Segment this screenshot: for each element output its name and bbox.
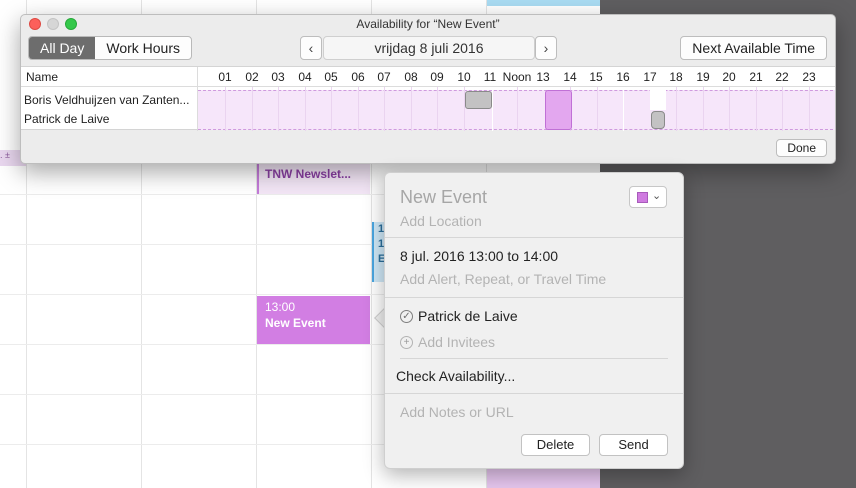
location-field[interactable]: Add Location: [400, 213, 482, 229]
hour-slot-line: [437, 87, 438, 131]
hour-slot-line: [676, 87, 677, 131]
hour-label: 15: [589, 70, 603, 84]
calendar-event-new-event[interactable]: 13:00 New Event: [257, 296, 370, 344]
band-gap: [650, 89, 666, 110]
availability-window: Availability for “New Event” All Day Wor…: [20, 14, 836, 164]
hour-slot-line: [305, 87, 306, 131]
divider: [400, 358, 668, 359]
next-day-button[interactable]: ›: [535, 36, 557, 60]
hour-label: 09: [430, 70, 444, 84]
attendee-name-boris: Boris Veldhuijzen van Zanten...: [24, 93, 190, 107]
availability-grid: Name 01 02 03 04 05 06 07 08 09 10 11 No…: [21, 66, 835, 131]
hour-slot-line: [782, 87, 783, 131]
window-titlebar[interactable]: Availability for “New Event”: [21, 15, 835, 33]
busy-block: [465, 91, 492, 109]
busy-block: [651, 111, 665, 129]
hour-slot-line: [729, 87, 730, 131]
hour-slot-line: [517, 87, 518, 131]
hour-label: 23: [802, 70, 816, 84]
hour-label: 19: [696, 70, 710, 84]
hour-label: 06: [351, 70, 365, 84]
done-button[interactable]: Done: [776, 139, 827, 157]
date-display[interactable]: vrijdag 8 juli 2016: [323, 36, 535, 60]
delete-button[interactable]: Delete: [521, 434, 590, 456]
hour-slot-line: [278, 87, 279, 131]
grid-header: Name 01 02 03 04 05 06 07 08 09 10 11 No…: [21, 67, 835, 87]
event-title: TNW Newslet...: [265, 167, 352, 181]
hour-label: 01: [218, 70, 232, 84]
hour-slot-line: [358, 87, 359, 131]
previous-day-button[interactable]: ‹: [300, 36, 322, 60]
hour-label: 03: [271, 70, 285, 84]
hour-label: 17: [643, 70, 657, 84]
invitee-row[interactable]: ✓ Patrick de Laive: [400, 308, 518, 324]
close-window-button[interactable]: [29, 18, 41, 30]
hour-label: 14: [563, 70, 577, 84]
hour-slot-line: [252, 87, 253, 131]
hour-slot-line: [411, 87, 412, 131]
invitee-name: Patrick de Laive: [418, 308, 518, 324]
divider: [385, 297, 683, 298]
next-available-time-button[interactable]: Next Available Time: [680, 36, 827, 60]
add-invitees-field[interactable]: + Add Invitees: [400, 334, 495, 350]
view-mode-segmented-control: All Day Work Hours: [28, 36, 193, 60]
chevron-down-icon: ⌄: [652, 190, 662, 202]
event-title: New Event: [265, 316, 326, 330]
alert-repeat-field[interactable]: Add Alert, Repeat, or Travel Time: [400, 271, 606, 287]
hour-slot-line: [384, 87, 385, 131]
zoom-window-button[interactable]: [65, 18, 77, 30]
hour-slot-line: [703, 87, 704, 131]
hour-label: 18: [669, 70, 683, 84]
divider: [385, 393, 683, 394]
hour-label: 07: [377, 70, 391, 84]
minimize-window-button[interactable]: [47, 18, 59, 30]
availability-toolbar: All Day Work Hours ‹ vrijdag 8 juli 2016…: [21, 33, 835, 65]
band-gap: [623, 89, 624, 131]
hour-label: 22: [775, 70, 789, 84]
band-gap: [492, 89, 493, 131]
calendar-event-newsletter[interactable]: TNW Newslet...: [257, 164, 370, 194]
event-title-field[interactable]: New Event: [400, 187, 487, 208]
event-date-time[interactable]: 8 jul. 2016 13:00 to 14:00: [400, 248, 558, 264]
notes-url-field[interactable]: Add Notes or URL: [400, 404, 514, 420]
send-button[interactable]: Send: [599, 434, 668, 456]
window-title: Availability for “New Event”: [356, 17, 500, 31]
hour-slot-line: [756, 87, 757, 131]
proposed-event-block[interactable]: [545, 90, 572, 130]
hour-label: 10: [457, 70, 471, 84]
work-hours-button[interactable]: Work Hours: [95, 37, 191, 59]
hour-slot-line: [331, 87, 332, 131]
calendar-event-blue[interactable]: [487, 0, 600, 6]
hour-label: 02: [245, 70, 259, 84]
hour-label-noon: Noon: [502, 70, 532, 84]
event-detail-popover: New Event ⌄ Add Location 8 jul. 2016 13:…: [384, 172, 684, 469]
name-column-header: Name: [26, 70, 59, 84]
event-time: 13:00: [265, 300, 296, 314]
hour-label: 16: [616, 70, 630, 84]
check-availability-button[interactable]: Check Availability...: [396, 368, 515, 384]
hour-slot-line: [597, 87, 598, 131]
hour-label: 08: [404, 70, 418, 84]
calendar-color-picker[interactable]: ⌄: [629, 186, 667, 208]
add-invitees-label: Add Invitees: [418, 334, 496, 350]
hour-label: 04: [298, 70, 312, 84]
hour-label: 21: [749, 70, 763, 84]
hour-slot-line: [809, 87, 810, 131]
hour-slot-line: [225, 87, 226, 131]
hour-label: 13: [536, 70, 550, 84]
attendee-name-patrick: Patrick de Laive: [24, 112, 110, 126]
divider: [385, 237, 683, 238]
hour-label: 20: [722, 70, 736, 84]
plus-circle-icon: +: [400, 335, 413, 349]
color-swatch: [637, 192, 648, 203]
all-day-button[interactable]: All Day: [29, 37, 96, 59]
checkmark-circle-icon: ✓: [400, 309, 413, 323]
hour-label: 05: [324, 70, 338, 84]
